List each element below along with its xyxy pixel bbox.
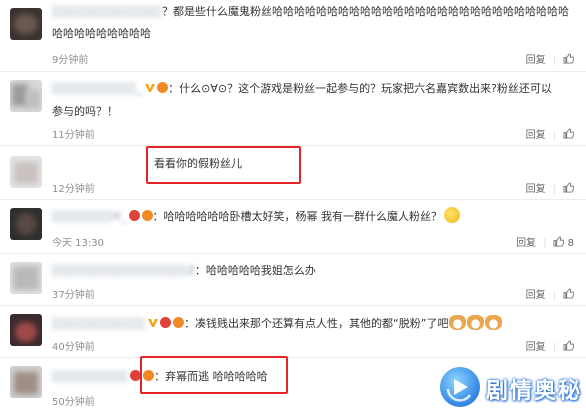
- like-button[interactable]: [563, 340, 574, 353]
- username-link[interactable]: ░░░░░░░░░░░░░░░░Z: [52, 264, 195, 277]
- cat-emoji-icon: [485, 315, 503, 330]
- avatar[interactable]: [10, 366, 42, 398]
- comment-text-continuation: 参与的吗？！: [52, 105, 118, 118]
- comment-text: ：凑钱贱出来那个还算有点人性，其他的都“脱粉”了吧: [184, 317, 449, 330]
- comment-time: 12分钟前: [52, 184, 95, 195]
- like-button[interactable]: [563, 182, 574, 195]
- divider: |: [552, 342, 556, 353]
- comment-time: 40分钟前: [52, 342, 95, 353]
- thumbs-up-icon: [563, 53, 574, 64]
- comment-text-continuation: 哈哈哈哈哈哈哈哈哈: [52, 27, 151, 40]
- highlight-box: [140, 356, 288, 394]
- like-count: 8: [567, 238, 574, 249]
- watermark: 剧情奥秘: [428, 362, 586, 418]
- like-button[interactable]: [563, 53, 574, 66]
- thumbs-up-icon: [553, 236, 565, 247]
- comment-time: 37分钟前: [52, 290, 95, 301]
- avatar[interactable]: [10, 80, 42, 112]
- comment-actions: 回复 |: [526, 126, 574, 141]
- comment-item: ░░░░░░░░░░░ ：凑钱贱出来那个还算有点人性，其他的都“脱粉”了吧 40分…: [0, 306, 586, 358]
- highlight-box: [146, 146, 301, 184]
- username-link[interactable]: ░░░░░░░░░░░░░: [52, 5, 162, 18]
- vip-badge-icon: [160, 317, 172, 328]
- comment-item: ░░░░░░░░░░░░░？都是些什么魔鬼粉丝哈哈哈哈哈哈哈哈哈哈哈哈哈哈哈哈哈…: [0, 0, 586, 72]
- reply-button[interactable]: 回复: [526, 286, 546, 301]
- comment-text-line: ░░░░░░░░░░░ ：凑钱贱出来那个还算有点人性，其他的都“脱粉”了吧: [52, 314, 576, 333]
- thumbs-up-icon: [563, 128, 574, 139]
- comment-actions: 回复 |: [526, 51, 574, 66]
- watermark-text: 剧情奥秘: [486, 379, 583, 404]
- reply-button[interactable]: 回复: [526, 338, 546, 353]
- username-link[interactable]: ░░░░░░░░░░░: [52, 317, 145, 330]
- member-badge-icon: [173, 317, 185, 328]
- avatar[interactable]: [10, 8, 42, 40]
- comment-item: ░░░░░░░░░░_ ：什么⊙∀⊙？这个游戏是粉丝一起参与的？玩家把六名嘉宾数出…: [0, 72, 586, 146]
- comment-text: ？都是些什么魔鬼粉丝哈哈哈哈哈哈哈哈哈哈哈哈哈哈哈哈哈哈哈哈哈哈哈哈哈哈哈: [161, 5, 569, 18]
- comment-item: ░░░░░░░░░░░░░░░░Z：哈哈哈哈哈我姐怎么办 37分钟前 回复 |: [0, 254, 586, 306]
- comment-item: ░░░░░░░iY_ ：哈哈哈哈哈哈卧槽太好笑，杨幂 我有一群什么魔人粉丝？ 今天…: [0, 200, 586, 254]
- verified-v-icon: [145, 84, 156, 92]
- reply-button[interactable]: 回复: [526, 180, 546, 195]
- comment-time: 11分钟前: [52, 130, 95, 141]
- play-swirl-icon: [446, 379, 472, 402]
- divider: |: [543, 238, 547, 249]
- reply-button[interactable]: 回复: [516, 234, 536, 249]
- comment-text-line: ░░░░░░░░░░░░░？都是些什么魔鬼粉丝哈哈哈哈哈哈哈哈哈哈哈哈哈哈哈哈哈…: [52, 2, 576, 21]
- reply-button[interactable]: 回复: [526, 51, 546, 66]
- comment-text: ：哈哈哈哈哈哈卧槽太好笑，杨幂 我有一群什么魔人粉丝？: [152, 210, 443, 223]
- divider: |: [552, 290, 556, 301]
- comment-time: 50分钟前: [52, 397, 95, 408]
- comment-actions: 回复 |: [526, 286, 574, 301]
- comment-actions: 回复 |: [526, 338, 574, 353]
- divider: |: [552, 55, 556, 66]
- watermark-logo-icon: [440, 367, 480, 407]
- thumbs-up-icon: [563, 340, 574, 351]
- avatar[interactable]: [10, 262, 42, 294]
- like-button[interactable]: [563, 128, 574, 141]
- divider: |: [552, 130, 556, 141]
- member-badge-icon: [157, 82, 169, 93]
- comment-text-line: ░░░░░░░░░░_ ：什么⊙∀⊙？这个游戏是粉丝一起参与的？玩家把六名嘉宾数出…: [52, 79, 576, 98]
- like-button[interactable]: 8: [553, 236, 574, 249]
- grin-emoji-icon: [444, 207, 460, 223]
- member-badge-icon: [141, 210, 153, 221]
- reply-button[interactable]: 回复: [526, 126, 546, 141]
- comment-text-line: ░░░░░░░░░░░░░░░░Z：哈哈哈哈哈我姐怎么办: [52, 261, 576, 280]
- username-link[interactable]: ░░░░░░░iY_: [52, 210, 127, 223]
- divider: |: [552, 184, 556, 195]
- like-button[interactable]: [563, 288, 574, 301]
- thumbs-up-icon: [563, 182, 574, 193]
- thumbs-up-icon: [563, 288, 574, 299]
- vip-badge-icon: [128, 210, 140, 221]
- verified-v-icon: [148, 319, 159, 327]
- avatar[interactable]: [10, 156, 42, 188]
- comment-actions: 回复 |: [526, 180, 574, 195]
- comment-text: ：哈哈哈哈哈我姐怎么办: [194, 264, 316, 277]
- comment-text: ：什么⊙∀⊙？这个游戏是粉丝一起参与的？玩家把六名嘉宾数出来?粉丝还可以: [168, 82, 552, 95]
- comment-time: 今天 13:30: [52, 238, 104, 249]
- avatar[interactable]: [10, 314, 42, 346]
- comment-time: 9分钟前: [52, 55, 89, 66]
- comment-item: 看看你的假粉丝儿 12分钟前 回复 |: [0, 146, 586, 200]
- username-link[interactable]: ░░░░░░░░░░_: [52, 82, 142, 95]
- cat-emoji-icon: [467, 315, 485, 330]
- username-link[interactable]: ░░░░░░░░░: [52, 370, 128, 383]
- avatar[interactable]: [10, 208, 42, 240]
- comment-actions: 回复 | 8: [516, 234, 574, 249]
- comment-text-line: ░░░░░░░iY_ ：哈哈哈哈哈哈卧槽太好笑，杨幂 我有一群什么魔人粉丝？: [52, 207, 576, 226]
- cat-emoji-icon: [449, 315, 467, 330]
